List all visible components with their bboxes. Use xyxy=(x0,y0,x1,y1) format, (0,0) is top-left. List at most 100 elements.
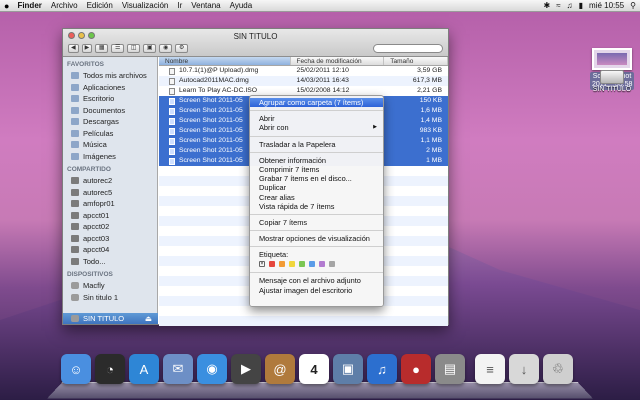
back-button[interactable]: ◀ xyxy=(68,44,79,53)
app-store-icon[interactable]: A xyxy=(129,354,159,384)
search-input[interactable] xyxy=(373,44,443,53)
menu-visualizacion[interactable]: Visualización xyxy=(122,1,169,10)
coverflow-view-button[interactable]: ▣ xyxy=(143,44,157,53)
label-color-swatch[interactable] xyxy=(279,261,285,268)
menu-item-open-with[interactable]: Abrir con xyxy=(250,123,383,132)
battery-icon[interactable]: ▮ xyxy=(579,1,583,10)
sidebar-item-applications[interactable]: Aplicaciones xyxy=(63,82,157,94)
document-icon[interactable]: ≡ xyxy=(475,354,505,384)
menu-item-view-options[interactable]: Mostrar opciones de visualización xyxy=(250,234,383,243)
menu-item-burn[interactable]: Grabar 7 ítems en el disco... xyxy=(250,174,383,183)
sidebar-item-apcct03[interactable]: apcct03 xyxy=(63,233,157,245)
sidebar-item-desktop[interactable]: Escritorio xyxy=(63,93,157,105)
file-size-cell: 617,3 MB xyxy=(412,77,442,84)
downloads-icon xyxy=(71,118,79,126)
sidebar-item-pictures[interactable]: Imágenes xyxy=(63,151,157,163)
label-color-swatch[interactable] xyxy=(309,261,315,268)
quicklook-button[interactable]: ◉ xyxy=(159,44,173,53)
sidebar-item-sin-titulo[interactable]: SIN TITULO ⏏ xyxy=(63,312,158,324)
action-gear-icon[interactable]: ⚙ xyxy=(175,44,189,53)
file-row[interactable]: 10.7.1(1)@P Upload).dmg 25/02/2011 12:10 3… xyxy=(159,66,448,76)
sidebar-header-shared: COMPARTIDO xyxy=(67,166,111,173)
menu-edicion[interactable]: Edición xyxy=(87,1,113,10)
sidebar-item-all-shared[interactable]: Todo... xyxy=(63,256,157,268)
bluetooth-icon[interactable]: ✱ xyxy=(544,1,551,10)
safari-icon[interactable]: ◉ xyxy=(197,354,227,384)
address-book-icon[interactable]: @ xyxy=(265,354,295,384)
menu-item-move-to-trash[interactable]: Trasladar a la Papelera xyxy=(250,140,383,149)
sidebar-item-all-files[interactable]: Todos mis archivos xyxy=(63,70,157,82)
menu-ir[interactable]: Ir xyxy=(177,1,182,10)
trash-icon[interactable]: ♲ xyxy=(543,354,573,384)
file-icon xyxy=(169,157,175,165)
sidebar-item-macfly[interactable]: Macfly xyxy=(63,280,157,292)
sidebar-item-autorec5[interactable]: autorec5 xyxy=(63,187,157,199)
label-none-icon[interactable]: × xyxy=(259,261,265,268)
downloads-icon[interactable]: ↓ xyxy=(509,354,539,384)
menu-item-group-folder[interactable]: Agrupar como carpeta (7 ítems) xyxy=(250,98,383,108)
menu-item-mail-attachment[interactable]: Mensaje con el archivo adjunto xyxy=(250,276,383,285)
sidebar-header-devices: DISPOSITIVOS xyxy=(67,271,113,278)
column-view-button[interactable]: ◫ xyxy=(127,44,141,53)
label-color-swatch[interactable] xyxy=(299,261,305,268)
file-size-cell: 150 KB xyxy=(419,97,442,104)
desktop-drive-label: SIN TITULO xyxy=(592,86,632,93)
label-color-swatch[interactable] xyxy=(329,261,335,268)
iphoto-icon[interactable]: ▣ xyxy=(333,354,363,384)
sidebar-item-autorec2[interactable]: autorec2 xyxy=(63,175,157,187)
itunes-icon[interactable]: ♫ xyxy=(367,354,397,384)
menu-item-duplicate[interactable]: Duplicar xyxy=(250,183,383,192)
desktop-drive[interactable]: SIN TITULO xyxy=(592,70,632,93)
menu-item-set-wallpaper[interactable]: Ajustar imagen del escritorio xyxy=(250,286,383,295)
menu-separator xyxy=(250,272,383,274)
volume-icon[interactable]: ♫ xyxy=(567,1,573,10)
icon-view-button[interactable]: ▦ xyxy=(95,44,109,53)
apple-menu-icon[interactable]: ● xyxy=(4,1,9,11)
documents-icon xyxy=(71,106,79,114)
file-row[interactable]: Autocad2011MAC.dmg 14/03/2011 16:43 617,3 … xyxy=(159,76,448,86)
sidebar-item-apcct04[interactable]: apcct04 xyxy=(63,244,157,256)
mail-icon[interactable]: ✉ xyxy=(163,354,193,384)
label-color-swatch[interactable] xyxy=(319,261,325,268)
column-date-header[interactable]: Fecha de modificación xyxy=(291,57,385,65)
sidebar-item-documents[interactable]: Documentos xyxy=(63,105,157,117)
sidebar-item-apcct02[interactable]: apcct02 xyxy=(63,221,157,233)
eject-icon[interactable]: ⏏ xyxy=(145,314,152,323)
menu-item-quick-look[interactable]: Vista rápida de 7 ítems xyxy=(250,202,383,211)
column-size-header[interactable]: Tamaño xyxy=(384,57,448,65)
label-color-swatch[interactable] xyxy=(269,261,275,268)
menu-item-get-info[interactable]: Obtener información xyxy=(250,156,383,165)
network-computer-icon xyxy=(71,200,79,208)
sidebar-item-movies[interactable]: Películas xyxy=(63,128,157,140)
window-titlebar[interactable]: SIN TITULO ◀ ▶ ▦ ☰ ◫ ▣ ◉ ⚙ xyxy=(63,29,448,57)
ical-icon[interactable]: 4 xyxy=(299,354,329,384)
wifi-icon[interactable]: ≈ xyxy=(556,1,560,10)
sidebar-item-amfopr01[interactable]: amfopr01 xyxy=(63,198,157,210)
menu-bar: ● Finder Archivo Edición Visualización I… xyxy=(0,0,640,12)
menu-item-open[interactable]: Abrir xyxy=(250,114,383,123)
sidebar-item-downloads[interactable]: Descargas xyxy=(63,116,157,128)
menu-item-make-alias[interactable]: Crear alias xyxy=(250,193,383,202)
sidebar-item-music[interactable]: Música xyxy=(63,139,157,151)
spotlight-icon[interactable]: ⚲ xyxy=(630,1,636,10)
column-name-header[interactable]: Nombre xyxy=(159,57,291,65)
menu-ayuda[interactable]: Ayuda xyxy=(230,1,253,10)
preview-icon[interactable]: ▤ xyxy=(435,354,465,384)
menu-item-compress[interactable]: Comprimir 7 ítems xyxy=(250,165,383,174)
finder-icon[interactable]: ☺ xyxy=(61,354,91,384)
menu-archivo[interactable]: Archivo xyxy=(51,1,78,10)
menu-item-copy[interactable]: Copiar 7 ítems xyxy=(250,218,383,227)
facetime-icon[interactable]: ▶ xyxy=(231,354,261,384)
sidebar-item-apcct01[interactable]: apcct01 xyxy=(63,210,157,222)
forward-button[interactable]: ▶ xyxy=(81,44,93,53)
sidebar: FAVORITOS Todos mis archivos Aplicacione… xyxy=(63,57,158,324)
menu-clock[interactable]: mié 10:55 xyxy=(589,1,624,10)
file-size-cell: 983 KB xyxy=(419,127,442,134)
sidebar-item-sin-titulo-1[interactable]: Sin titulo 1 xyxy=(63,292,157,304)
menu-ventana[interactable]: Ventana xyxy=(191,1,220,10)
label-color-swatch[interactable] xyxy=(289,261,295,268)
list-view-button[interactable]: ☰ xyxy=(111,44,125,53)
dashboard-icon[interactable]: ◔ xyxy=(95,354,125,384)
menu-finder[interactable]: Finder xyxy=(17,1,41,10)
photo-booth-icon[interactable]: ● xyxy=(401,354,431,384)
